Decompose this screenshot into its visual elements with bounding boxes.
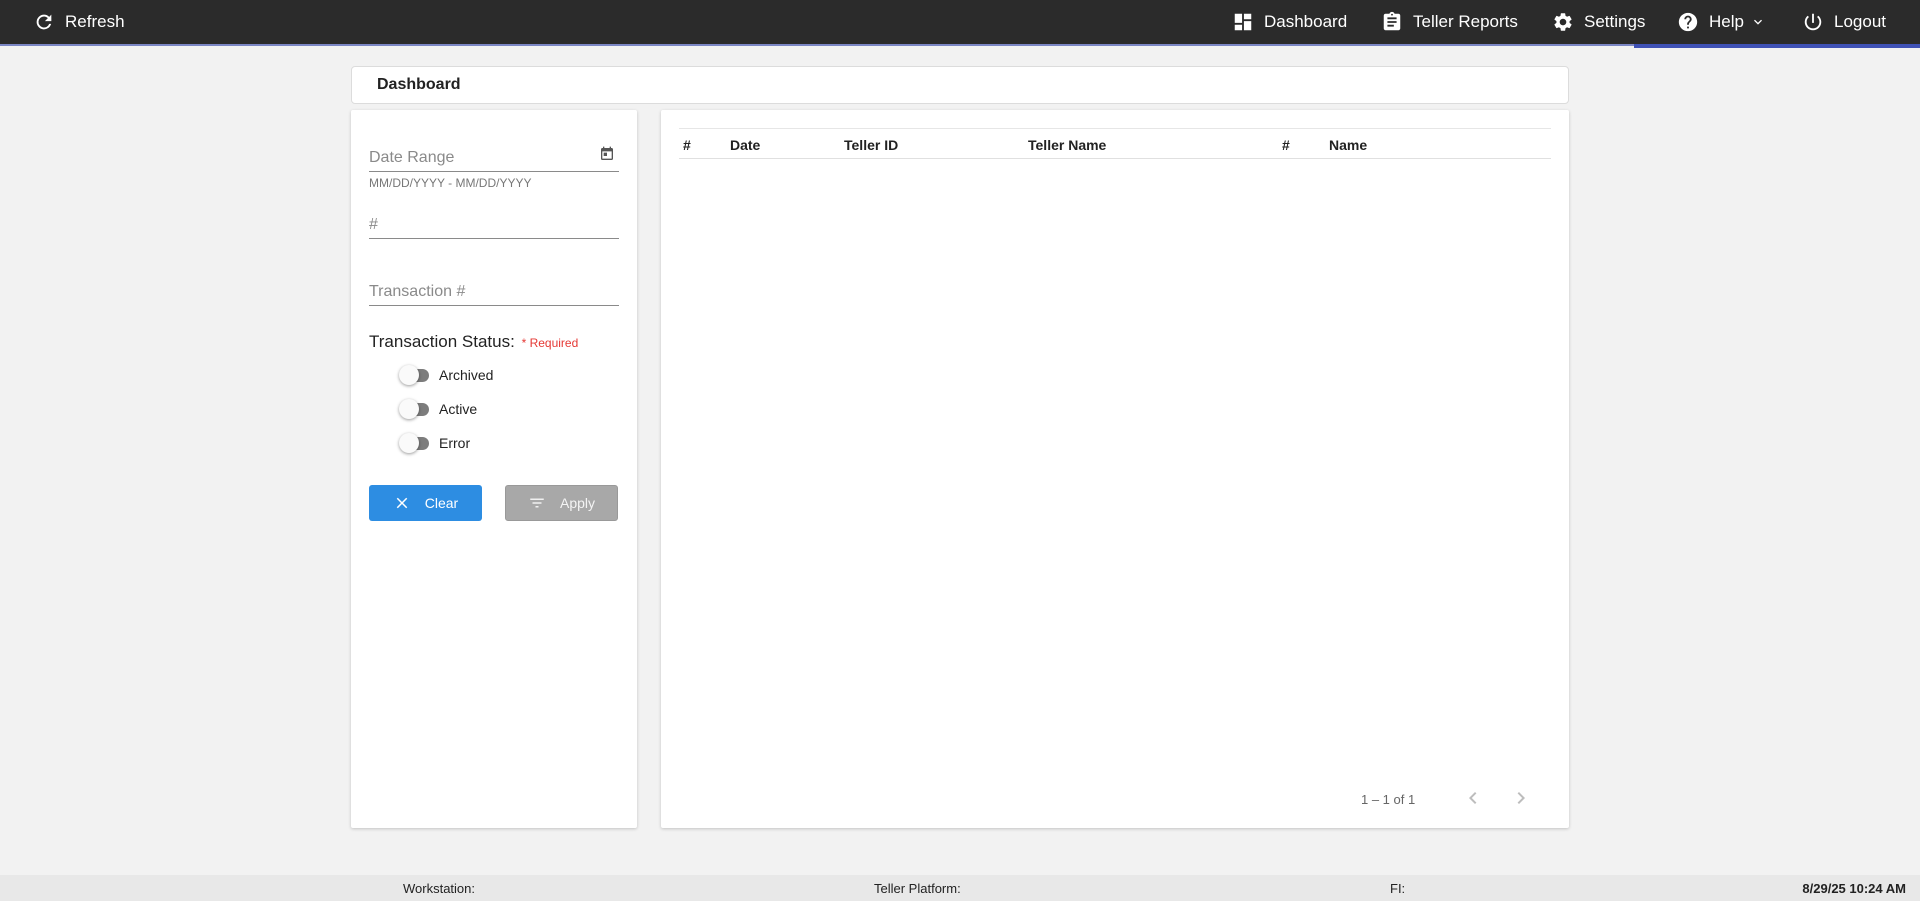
paginator: 1 – 1 of 1 (661, 786, 1569, 812)
status-toggle-label: Archived (439, 367, 494, 383)
previous-page-button[interactable] (1461, 786, 1485, 810)
nav-dashboard[interactable]: Dashboard (1232, 0, 1347, 44)
date-range-input[interactable] (369, 140, 619, 170)
top-bar: Refresh Dashboard Teller Reports Setting… (0, 0, 1920, 44)
toggle-switch[interactable] (399, 365, 433, 385)
column-header-number[interactable]: # (683, 137, 691, 153)
timestamp: 8/29/25 10:24 AM (1802, 881, 1906, 896)
dashboard-icon (1234, 13, 1252, 31)
status-footer: Workstation: Teller Platform: FI: 8/29/2… (0, 875, 1920, 901)
required-indicator: * Required (521, 336, 579, 350)
refresh-button[interactable]: Refresh (33, 0, 125, 44)
nav-teller-reports-label: Teller Reports (1413, 12, 1518, 31)
date-range-field (369, 140, 619, 172)
close-icon (396, 497, 408, 509)
column-header-date[interactable]: Date (730, 137, 760, 153)
power-icon (1804, 13, 1822, 31)
column-header-teller-name[interactable]: Teller Name (1028, 137, 1106, 153)
filter-icon (530, 498, 544, 508)
transaction-number-input[interactable] (369, 274, 619, 304)
number-input[interactable] (369, 207, 619, 237)
refresh-icon (36, 14, 52, 30)
nav-logout[interactable]: Logout (1802, 0, 1886, 44)
status-toggle-error[interactable]: Error (399, 433, 470, 453)
chevron-right-icon (1517, 792, 1525, 804)
gear-icon (1554, 13, 1572, 31)
number-field (369, 207, 619, 239)
nav-help[interactable]: Help (1677, 0, 1766, 44)
nav-settings-label: Settings (1584, 12, 1646, 31)
column-header-name[interactable]: Name (1329, 137, 1367, 153)
transaction-number-field (369, 274, 619, 306)
calendar-icon[interactable] (599, 146, 615, 162)
toggle-switch[interactable] (399, 399, 433, 419)
apply-button-label: Apply (559, 495, 596, 511)
help-icon (1678, 12, 1698, 32)
column-header-number-2[interactable]: # (1282, 137, 1290, 153)
status-toggle-archived[interactable]: Archived (399, 365, 493, 385)
paginator-range: 1 – 1 of 1 (1361, 792, 1416, 807)
fi-label: FI: (1390, 881, 1406, 896)
next-page-button[interactable] (1509, 786, 1533, 810)
top-bar-accent (1634, 44, 1920, 48)
clipboard-icon (1383, 11, 1401, 31)
nav-dashboard-label: Dashboard (1264, 12, 1348, 31)
status-toggle-active[interactable]: Active (399, 399, 477, 419)
apply-button[interactable]: Apply (505, 485, 618, 521)
table-header: # Date Teller ID Teller Name # Name (679, 128, 1551, 159)
chevron-down-icon (1753, 19, 1762, 25)
teller-platform-label: Teller Platform: (874, 881, 961, 896)
nav-logout-label: Logout (1834, 12, 1886, 31)
status-toggle-label: Active (439, 401, 478, 417)
page-title-card: Dashboard (351, 66, 1569, 104)
nav-settings[interactable]: Settings (1552, 0, 1645, 44)
transaction-status-label: Transaction Status: * Required (369, 332, 578, 352)
nav-help-label: Help (1709, 12, 1744, 31)
chevron-left-icon (1469, 792, 1477, 804)
results-panel: # Date Teller ID Teller Name # Name 1 – … (661, 110, 1569, 828)
date-range-hint: MM/DD/YYYY - MM/DD/YYYY (369, 176, 532, 190)
workstation-label: Workstation: (403, 881, 476, 896)
clear-button[interactable]: Clear (369, 485, 482, 521)
nav-teller-reports[interactable]: Teller Reports (1381, 0, 1518, 44)
toggle-switch[interactable] (399, 433, 433, 453)
filter-panel: MM/DD/YYYY - MM/DD/YYYY Transaction Stat… (351, 110, 637, 828)
refresh-label: Refresh (65, 12, 125, 31)
transaction-status-text: Transaction Status: (369, 332, 515, 351)
page-title: Dashboard (377, 76, 461, 93)
clear-button-label: Clear (424, 495, 459, 511)
column-header-teller-id[interactable]: Teller ID (844, 137, 898, 153)
top-bar-divider (0, 44, 1634, 46)
status-toggle-label: Error (439, 435, 471, 451)
